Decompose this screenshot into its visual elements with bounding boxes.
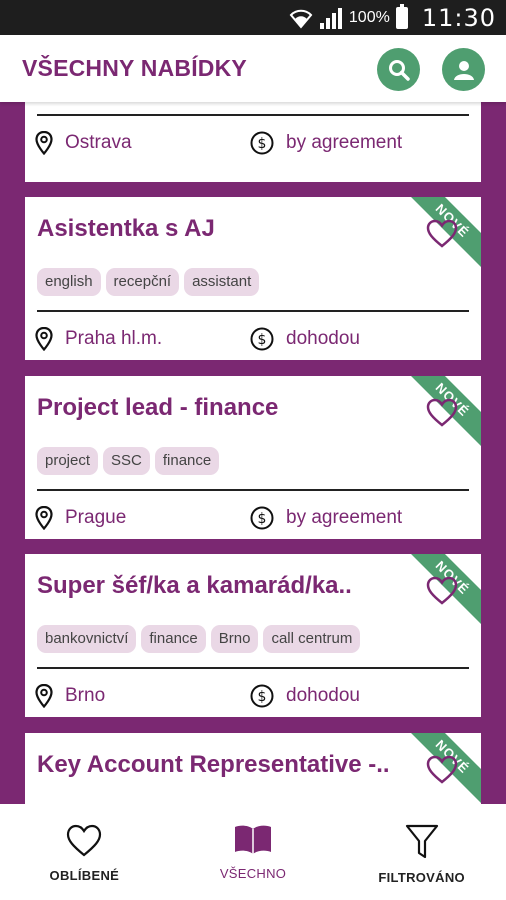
svg-text:$: $ [258, 136, 267, 152]
profile-button[interactable] [442, 48, 485, 91]
battery-icon [395, 3, 408, 29]
filter-icon [405, 824, 438, 859]
favorite-heart-icon[interactable] [426, 755, 458, 785]
tag-list: bankovnictví finance Brno call centrum [37, 625, 361, 653]
tag: call centrum [263, 625, 361, 653]
job-card[interactable]: NOVÉ Super šéf/ka a kamarád/ka.. bankovn… [25, 554, 481, 717]
heart-icon [67, 824, 102, 857]
location-pin-icon [35, 327, 53, 351]
job-salary: dohodou [286, 685, 360, 706]
job-location: Prague [65, 507, 127, 528]
divider [37, 489, 469, 491]
favorite-heart-icon[interactable] [426, 219, 458, 249]
nav-favorites[interactable]: OBLÍBENÉ [0, 804, 169, 900]
job-salary: by agreement [286, 507, 403, 528]
job-card[interactable]: NOVÉ Project lead - finance project SSC … [25, 376, 481, 539]
job-card[interactable]: project quality Ostrava $ by agreement [25, 102, 481, 182]
nav-label: OBLÍBENÉ [49, 868, 120, 883]
bottom-navigation: OBLÍBENÉ VŠECHNO FILTROVÁNO [0, 804, 506, 900]
favorite-heart-icon[interactable] [426, 398, 458, 428]
tag: finance [154, 447, 220, 475]
location-pin-icon [35, 131, 53, 155]
salary-icon: $ [250, 506, 274, 530]
salary-icon: $ [250, 131, 274, 155]
tag: Brno [210, 625, 259, 653]
user-icon [453, 60, 474, 80]
job-salary: by agreement [286, 132, 403, 153]
nav-label: FILTROVÁNO [378, 870, 465, 885]
job-location: Ostrava [65, 132, 132, 153]
location-pin-icon [35, 684, 53, 708]
job-title[interactable]: Project lead - finance [37, 394, 278, 422]
nav-all[interactable]: VŠECHNO [169, 804, 338, 900]
book-icon [235, 825, 271, 854]
job-title[interactable]: Key Account Representative -.. [37, 751, 390, 779]
tag: finance [141, 625, 206, 653]
nav-label: VŠECHNO [219, 866, 287, 881]
search-icon [388, 59, 410, 81]
svg-text:$: $ [258, 689, 267, 705]
divider [37, 667, 469, 669]
favorite-heart-icon[interactable] [426, 576, 458, 606]
search-button[interactable] [377, 48, 420, 91]
app-header: VŠECHNY NABÍDKY [0, 35, 506, 102]
job-salary: dohodou [286, 328, 360, 349]
job-location: Brno [65, 685, 106, 706]
tag: bankovnictví [37, 625, 137, 653]
salary-icon: $ [250, 327, 274, 351]
tag: SSC [103, 447, 150, 475]
tag: english [37, 268, 101, 296]
salary-icon: $ [250, 684, 274, 708]
job-card[interactable]: NOVÉ Asistentka s AJ english recepční as… [25, 197, 481, 360]
job-list[interactable]: project quality Ostrava $ by agreement N… [0, 102, 506, 804]
wifi-icon [289, 9, 313, 29]
tag-list: project SSC finance [37, 447, 220, 475]
job-card[interactable]: NOVÉ Key Account Representative -.. [25, 733, 481, 804]
svg-text:$: $ [258, 511, 267, 527]
tag: project [37, 447, 99, 475]
divider [37, 310, 469, 312]
divider [37, 114, 469, 116]
signal-icon [319, 7, 342, 29]
job-location: Praha hl.m. [65, 328, 163, 349]
status-bar: 100% 11:30 [0, 0, 506, 35]
tag: assistant [184, 268, 260, 296]
tag: recepční [105, 268, 180, 296]
job-title[interactable]: Asistentka s AJ [37, 215, 215, 243]
battery-percent: 100% [348, 8, 390, 26]
job-title[interactable]: Super šéf/ka a kamarád/ka.. [37, 572, 352, 600]
clock: 11:30 [421, 3, 496, 32]
tag-list: english recepční assistant [37, 268, 260, 296]
nav-filtered[interactable]: FILTROVÁNO [337, 804, 506, 900]
page-title: VŠECHNY NABÍDKY [22, 55, 247, 81]
svg-text:$: $ [258, 332, 267, 348]
location-pin-icon [35, 506, 53, 530]
